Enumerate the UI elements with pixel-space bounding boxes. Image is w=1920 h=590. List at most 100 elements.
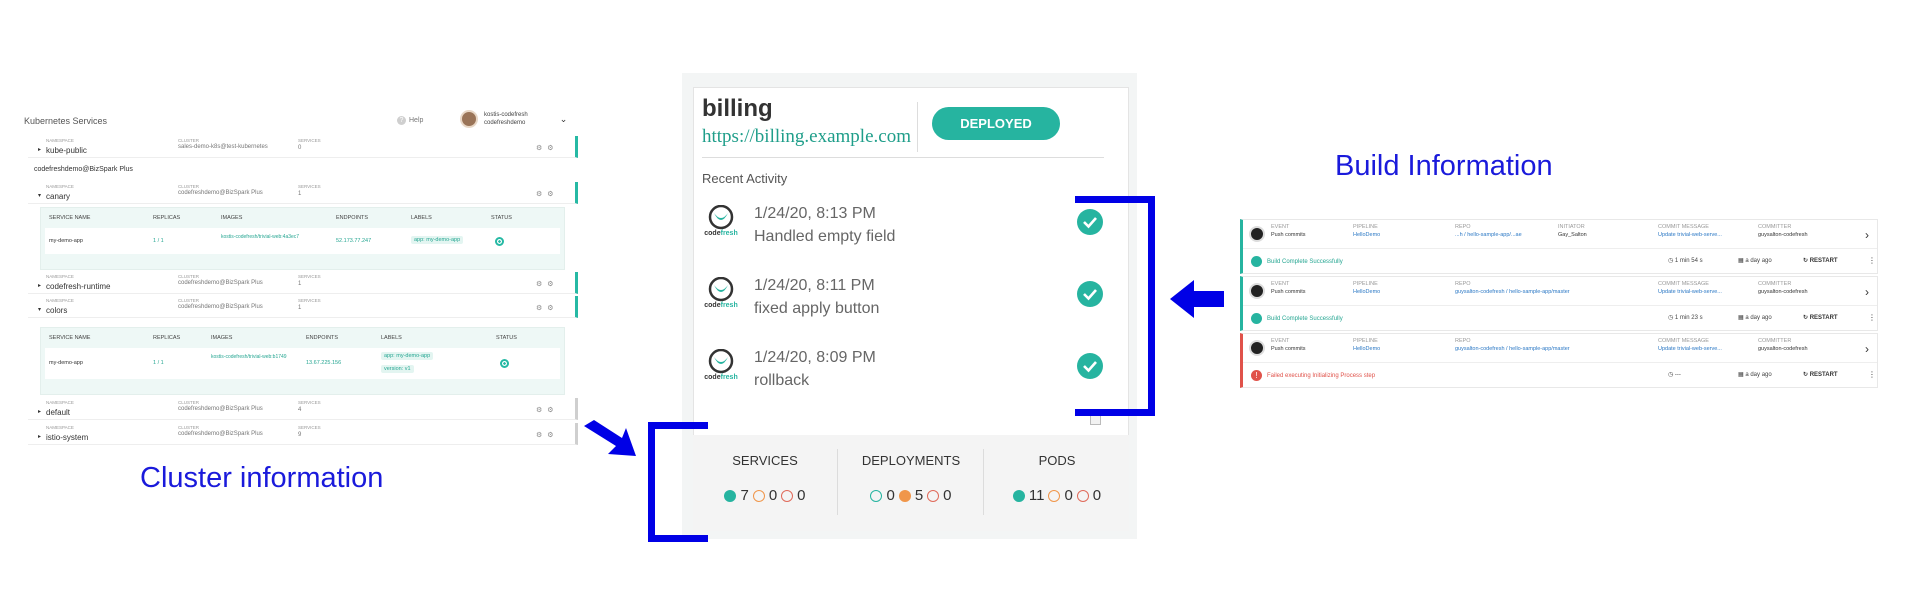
build-item[interactable]: EVENT Push commits PIPELINE HelloDemo REPO…	[1240, 333, 1878, 388]
activity-item[interactable]: codefresh 1/24/20, 8:11 PM fixed apply b…	[702, 275, 1103, 325]
committer-caption: COMMITTER	[1758, 338, 1792, 344]
namespace-row[interactable]: NAMESPACE CLUSTER SERVICES ▸ codefresh-r…	[28, 272, 578, 294]
build-item[interactable]: EVENT Push commits PIPELINE HelloDemo REPO…	[1240, 219, 1878, 274]
settings-icon[interactable]: ⚙⚙	[536, 304, 559, 312]
namespace-row[interactable]: NAMESPACE CLUSTER SERVICES ▸ istio-syste…	[28, 423, 578, 445]
help-link[interactable]: ? Help	[397, 116, 423, 125]
restart-button[interactable]: ↻ RESTART	[1803, 257, 1838, 264]
namespace-row[interactable]: NAMESPACE CLUSTER SERVICES ▾ canary code…	[28, 182, 578, 204]
error-dot-icon	[927, 489, 940, 502]
cluster-name: codefreshdemo@BizSpark Plus	[178, 280, 263, 286]
caret-right-icon[interactable]: ▸	[38, 433, 41, 440]
stat-value: 5	[914, 487, 924, 504]
settings-icon[interactable]: ⚙⚙	[536, 144, 559, 152]
namespace-row[interactable]: NAMESPACE CLUSTER SERVICES ▸ kube-public…	[28, 136, 578, 158]
caret-down-icon[interactable]: ▾	[38, 306, 41, 313]
activity-item[interactable]: codefresh 1/24/20, 8:09 PM rollback	[702, 347, 1103, 397]
caret-down-icon[interactable]: ▾	[38, 192, 41, 199]
services-count: 9	[298, 432, 302, 438]
settings-icon[interactable]: ⚙⚙	[536, 280, 559, 288]
duration-value: 1 min 23 s	[1674, 315, 1703, 321]
cluster-group-label: codefreshdemo@BizSpark Plus	[34, 166, 133, 173]
pipeline-link[interactable]: HelloDemo	[1353, 345, 1380, 353]
namespace-name: istio-system	[46, 433, 89, 442]
settings-icon[interactable]: ⚙⚙	[536, 431, 559, 439]
build-info-row: EVENT Push commits PIPELINE HelloDemo REPO…	[1243, 277, 1877, 306]
chevron-right-icon[interactable]: ›	[1865, 342, 1869, 356]
stats-bar: SERVICES 7 0 0 DEPLOYMENTS 0 5 0 PODS 11…	[693, 435, 1129, 531]
deployed-status-button[interactable]: DEPLOYED	[932, 107, 1060, 140]
replicas: 1 / 1	[153, 360, 164, 366]
pipeline-caption: PIPELINE	[1353, 281, 1378, 287]
repo-link[interactable]: ...h / hello-sample-app/...ae	[1455, 231, 1522, 239]
namespace-caption: NAMESPACE	[46, 274, 74, 279]
image-link[interactable]: kostis-codefresh/trivial-web:b1749	[211, 354, 301, 360]
endpoint-link[interactable]: 52.173.77.247	[336, 238, 371, 244]
success-icon	[1251, 313, 1262, 324]
error-dot-icon	[1076, 489, 1089, 502]
services-caption: SERVICES	[298, 274, 321, 279]
cluster-caption: CLUSTER	[178, 274, 200, 279]
commit-link[interactable]: Update trivial-web-serve...	[1658, 288, 1722, 296]
committer-value: guysalton-codefresh	[1758, 289, 1808, 295]
event-caption: EVENT	[1271, 338, 1290, 344]
namespace-row[interactable]: NAMESPACE CLUSTER SERVICES ▾ colors code…	[28, 296, 578, 318]
help-label: Help	[409, 117, 424, 124]
replicas: 1 / 1	[153, 238, 164, 244]
activity-time: 1/24/20, 8:11 PM	[754, 277, 875, 294]
restart-button[interactable]: ↻ RESTART	[1803, 314, 1838, 321]
more-icon[interactable]: ⋮	[1868, 313, 1876, 322]
services-caption: SERVICES	[298, 298, 321, 303]
endpoint-link[interactable]: 13.67.225.156	[306, 360, 341, 366]
chevron-down-icon[interactable]: ⌄	[560, 114, 568, 125]
stat-value: 0	[886, 487, 895, 504]
stat-pods[interactable]: PODS 11 0 0	[985, 435, 1129, 531]
service-name: my-demo-app	[49, 238, 83, 244]
pipeline-link[interactable]: HelloDemo	[1353, 231, 1380, 239]
settings-icon[interactable]: ⚙⚙	[536, 406, 559, 414]
pipeline-link[interactable]: HelloDemo	[1353, 288, 1380, 296]
table-row[interactable]: my-demo-app 1 / 1 kostis-codefresh/trivi…	[45, 228, 560, 254]
image-link[interactable]: kostis-codefresh/trivial-web:4a3ec7	[221, 234, 311, 240]
commit-caption: COMMIT MESSAGE	[1658, 338, 1709, 344]
chevron-right-icon[interactable]: ›	[1865, 285, 1869, 299]
restart-label: RESTART	[1809, 372, 1838, 378]
activity-item[interactable]: codefresh 1/24/20, 8:13 PM Handled empty…	[702, 203, 1103, 253]
col-status: STATUS	[496, 335, 517, 341]
commit-link[interactable]: Update trivial-web-serve...	[1658, 231, 1722, 239]
build-item[interactable]: EVENT Push commits PIPELINE HelloDemo REPO…	[1240, 276, 1878, 331]
logo-text-fresh: fresh	[720, 230, 738, 237]
restart-button[interactable]: ↻ RESTART	[1803, 371, 1838, 378]
time-ago-value: a day ago	[1745, 315, 1772, 321]
stat-deployments[interactable]: DEPLOYMENTS 0 5 0	[839, 435, 983, 531]
chevron-right-icon[interactable]: ›	[1865, 228, 1869, 242]
caret-right-icon[interactable]: ▸	[38, 146, 41, 153]
divider	[917, 102, 918, 152]
table-row[interactable]: my-demo-app 1 / 1 kostis-codefresh/trivi…	[45, 348, 560, 379]
committer-value: guysalton-codefresh	[1758, 232, 1808, 238]
cluster-caption: CLUSTER	[178, 138, 200, 143]
app-url-link[interactable]: https://billing.example.com	[702, 126, 911, 148]
activity-time: 1/24/20, 8:13 PM	[754, 205, 876, 222]
status-running-icon	[495, 237, 504, 246]
stat-services[interactable]: SERVICES 7 0 0	[693, 435, 837, 531]
avatar	[460, 110, 478, 128]
github-icon	[1249, 226, 1265, 242]
user-menu[interactable]: kostis-codefresh codefreshdemo ⌄	[460, 110, 567, 128]
label-chip: app: my-demo-app	[411, 236, 464, 244]
logo-text-code: code	[704, 374, 721, 381]
settings-icon[interactable]: ⚙⚙	[536, 190, 559, 198]
more-icon[interactable]: ⋮	[1868, 370, 1876, 379]
restart-label: RESTART	[1809, 315, 1838, 321]
caret-right-icon[interactable]: ▸	[38, 282, 41, 289]
caret-right-icon[interactable]: ▸	[38, 408, 41, 415]
commit-link[interactable]: Update trivial-web-serve...	[1658, 345, 1722, 353]
namespace-name: default	[46, 408, 71, 417]
namespace-row[interactable]: NAMESPACE CLUSTER SERVICES ▸ default cod…	[28, 398, 578, 420]
event-caption: EVENT	[1271, 224, 1290, 230]
repo-link[interactable]: guysalton-codefresh / hello-sample-app/m…	[1455, 288, 1570, 296]
build-status-row: Build Complete Successfully ◷ 1 min 23 s…	[1243, 306, 1877, 331]
status-running-icon	[500, 359, 509, 368]
repo-link[interactable]: guysalton-codefresh / hello-sample-app/m…	[1455, 345, 1570, 353]
more-icon[interactable]: ⋮	[1868, 256, 1876, 265]
